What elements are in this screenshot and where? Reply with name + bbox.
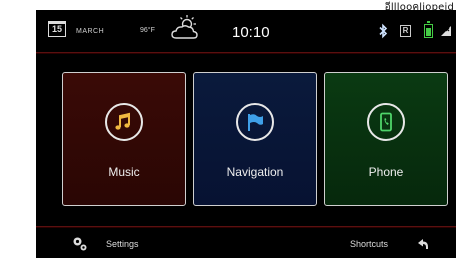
partly-cloudy-icon [171,15,198,39]
clock: 10:10 [232,24,270,41]
r-badge: R [400,25,411,37]
status-bar: 15 MARCH 96°F 10:10 R [36,10,456,52]
temperature-label: 96°F [140,27,155,34]
phone-tile[interactable]: Phone [324,72,448,206]
shortcuts-label: Shortcuts [350,239,389,249]
back-arrow-icon [418,239,428,249]
flag-icon [236,103,274,141]
bluetooth-icon [379,23,388,39]
calendar-icon: 15 [48,21,66,37]
month-label: MARCH [76,28,105,35]
phone-label: Phone [368,165,404,179]
music-note-icon [105,103,143,141]
shortcuts-button[interactable]: Shortcuts [348,234,448,254]
music-tile[interactable]: Music [62,72,186,206]
head-unit-screen: 15 MARCH 96°F 10:10 R Music Navigation P… [36,10,456,258]
battery-icon [424,21,433,38]
settings-button[interactable]: Settings [72,234,162,254]
navigation-tile[interactable]: Navigation [193,72,317,206]
status-divider [36,52,456,54]
bottom-divider [36,226,456,228]
signal-icon [441,26,451,36]
phone-icon [367,103,405,141]
gears-icon [73,237,87,251]
navigation-label: Navigation [226,165,284,179]
settings-label: Settings [106,239,139,249]
music-label: Music [108,165,140,179]
